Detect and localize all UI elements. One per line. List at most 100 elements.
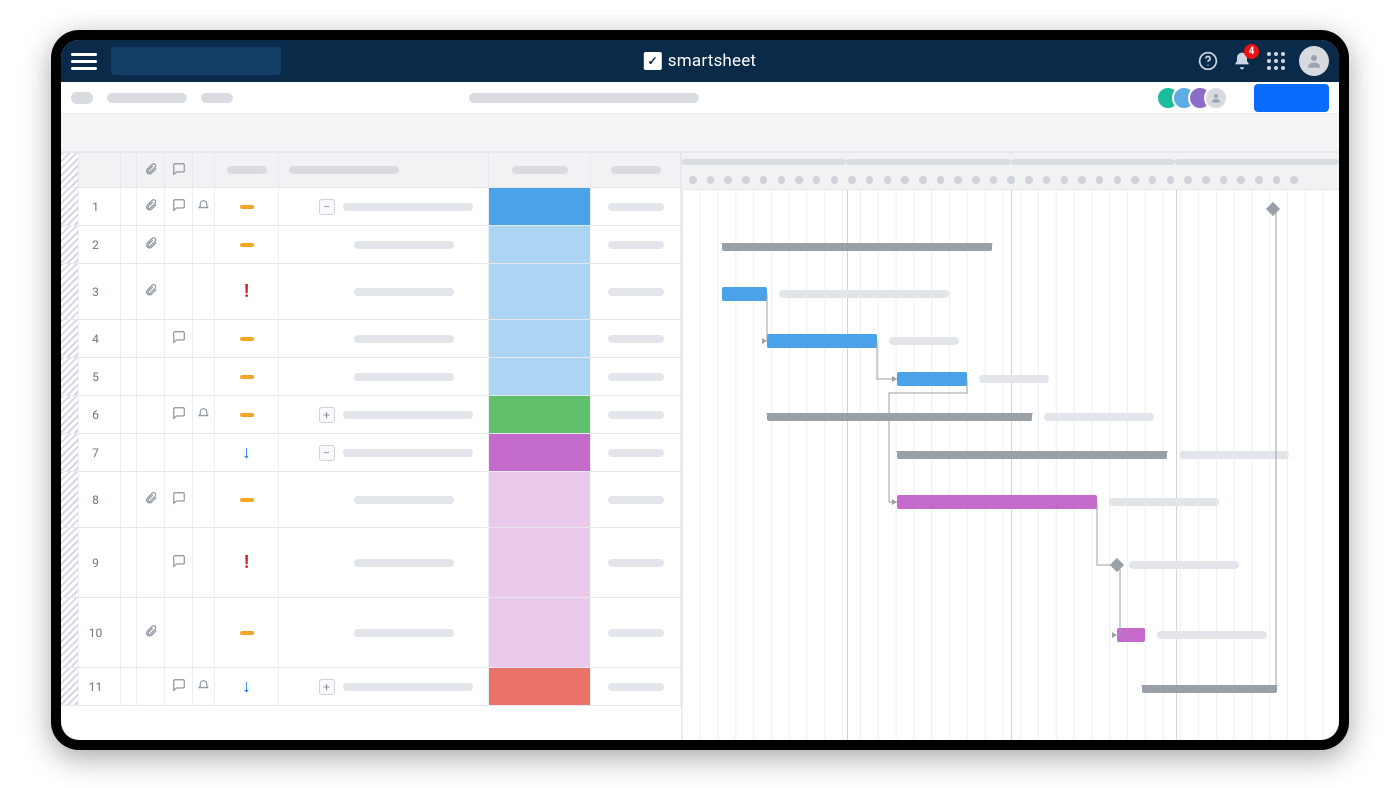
end-cell[interactable]: [591, 396, 681, 433]
comment-icon[interactable]: [172, 553, 186, 572]
presence-avatars[interactable]: [1156, 86, 1228, 110]
gantt-summary-bar[interactable]: [1142, 685, 1277, 693]
attachment-icon[interactable]: [144, 623, 158, 642]
gantt-milestone[interactable]: [1266, 202, 1280, 216]
end-cell[interactable]: [591, 472, 681, 527]
expand-icon[interactable]: +: [319, 679, 335, 695]
collapse-icon[interactable]: −: [319, 445, 335, 461]
task-name-cell[interactable]: [279, 528, 489, 597]
gantt-milestone[interactable]: [1110, 558, 1124, 572]
end-cell[interactable]: [591, 528, 681, 597]
row-number[interactable]: 4: [79, 320, 121, 357]
attachment-icon[interactable]: [144, 197, 158, 216]
status-cell[interactable]: ↓: [215, 434, 279, 471]
end-cell[interactable]: [591, 598, 681, 667]
status-cell[interactable]: ↓: [215, 668, 279, 705]
status-cell[interactable]: [215, 226, 279, 263]
gantt-pane[interactable]: [681, 152, 1339, 740]
row-number[interactable]: 1: [79, 188, 121, 225]
row-number[interactable]: 10: [79, 598, 121, 667]
account-avatar[interactable]: [1299, 46, 1329, 76]
status-cell[interactable]: [215, 188, 279, 225]
gantt-task-bar[interactable]: [767, 334, 877, 348]
category-cell[interactable]: [489, 226, 591, 263]
category-cell[interactable]: [489, 528, 591, 597]
help-icon[interactable]: [1197, 50, 1219, 72]
formatting-toolbar[interactable]: [61, 114, 1339, 152]
row-number[interactable]: 3: [79, 264, 121, 319]
status-cell[interactable]: [215, 320, 279, 357]
back-button[interactable]: [71, 92, 93, 104]
timeline-header[interactable]: [682, 152, 1339, 190]
sheet-title[interactable]: [107, 93, 187, 103]
task-name-cell[interactable]: [279, 226, 489, 263]
comment-icon[interactable]: [172, 405, 186, 424]
table-row[interactable]: 7 ↓ −: [61, 434, 681, 472]
end-cell[interactable]: [591, 226, 681, 263]
category-cell[interactable]: [489, 434, 591, 471]
comment-icon[interactable]: [172, 677, 186, 696]
column-headers[interactable]: [61, 152, 681, 188]
table-row[interactable]: 1−: [61, 188, 681, 226]
row-number[interactable]: 5: [79, 358, 121, 395]
status-cell[interactable]: !: [215, 264, 279, 319]
category-cell[interactable]: [489, 472, 591, 527]
comment-icon[interactable]: [172, 197, 186, 216]
comment-icon[interactable]: [172, 329, 186, 348]
status-cell[interactable]: [215, 472, 279, 527]
gantt-task-bar[interactable]: [1117, 628, 1145, 642]
row-number[interactable]: 2: [79, 226, 121, 263]
task-name-cell[interactable]: −: [279, 434, 489, 471]
task-name-cell[interactable]: [279, 320, 489, 357]
share-button[interactable]: [1254, 84, 1329, 112]
app-launcher-icon[interactable]: [1265, 50, 1287, 72]
gantt-summary-bar[interactable]: [767, 413, 1032, 421]
row-number[interactable]: 6: [79, 396, 121, 433]
menu-icon[interactable]: [71, 48, 97, 74]
sheet-tab[interactable]: [111, 47, 281, 75]
table-row[interactable]: 6+: [61, 396, 681, 434]
gantt-summary-bar[interactable]: [722, 243, 992, 251]
table-row[interactable]: 3!: [61, 264, 681, 320]
end-cell[interactable]: [591, 358, 681, 395]
task-name-cell[interactable]: +: [279, 396, 489, 433]
gantt-task-bar[interactable]: [897, 372, 967, 386]
task-name-cell[interactable]: [279, 358, 489, 395]
table-row[interactable]: 2: [61, 226, 681, 264]
end-cell[interactable]: [591, 320, 681, 357]
category-cell[interactable]: [489, 320, 591, 357]
task-name-cell[interactable]: −: [279, 188, 489, 225]
row-number[interactable]: 7: [79, 434, 121, 471]
attachment-icon[interactable]: [144, 235, 158, 254]
collapse-icon[interactable]: −: [319, 199, 335, 215]
reminder-icon[interactable]: [197, 197, 210, 216]
task-name-cell[interactable]: [279, 598, 489, 667]
row-number[interactable]: 8: [79, 472, 121, 527]
table-row[interactable]: 5: [61, 358, 681, 396]
category-cell[interactable]: [489, 264, 591, 319]
status-cell[interactable]: [215, 598, 279, 667]
table-row[interactable]: 4: [61, 320, 681, 358]
status-cell[interactable]: [215, 358, 279, 395]
end-cell[interactable]: [591, 668, 681, 705]
end-cell[interactable]: [591, 188, 681, 225]
comment-icon[interactable]: [172, 490, 186, 509]
category-cell[interactable]: [489, 358, 591, 395]
view-picker[interactable]: [201, 93, 233, 103]
gantt-summary-bar[interactable]: [897, 451, 1167, 459]
table-row[interactable]: 11 ↓ +: [61, 668, 681, 706]
category-cell[interactable]: [489, 188, 591, 225]
table-row[interactable]: 8: [61, 472, 681, 528]
attachment-icon[interactable]: [144, 490, 158, 509]
task-name-cell[interactable]: [279, 472, 489, 527]
gantt-task-bar[interactable]: [722, 287, 767, 301]
attachment-icon[interactable]: [144, 282, 158, 301]
reminder-icon[interactable]: [197, 405, 210, 424]
row-number[interactable]: 9: [79, 528, 121, 597]
row-number[interactable]: 11: [79, 668, 121, 705]
category-cell[interactable]: [489, 598, 591, 667]
category-cell[interactable]: [489, 668, 591, 705]
task-name-cell[interactable]: [279, 264, 489, 319]
end-cell[interactable]: [591, 264, 681, 319]
end-cell[interactable]: [591, 434, 681, 471]
